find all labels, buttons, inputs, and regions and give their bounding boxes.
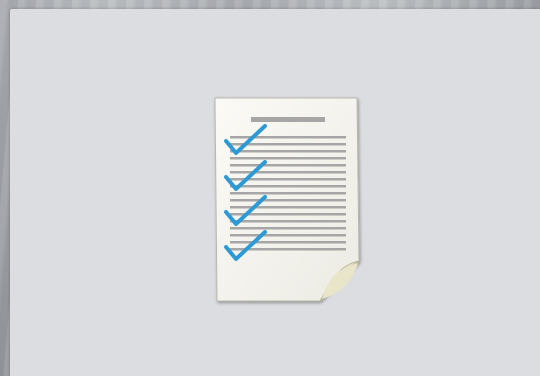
content-panel [10, 9, 540, 376]
checklist-document-icon[interactable] [210, 93, 370, 313]
title-line [251, 117, 325, 122]
checklist-document-svg [214, 97, 360, 302]
